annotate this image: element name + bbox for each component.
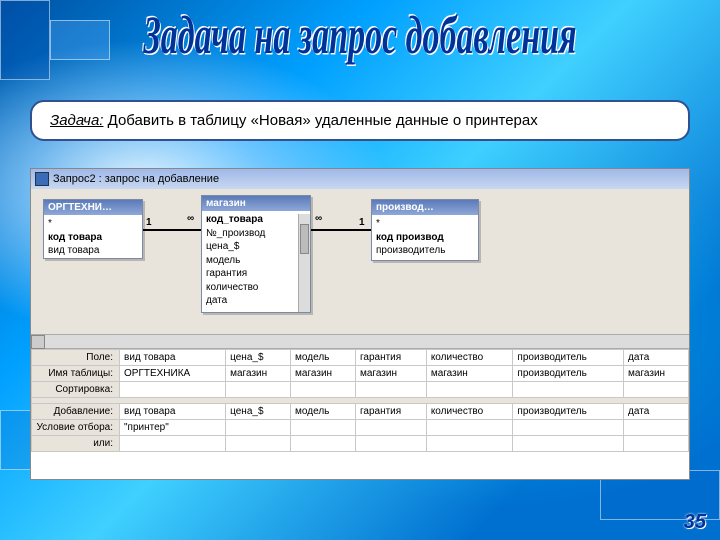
access-window: Запрос2 : запрос на добавление ОРГТЕХНИ…… bbox=[30, 168, 690, 480]
field-row[interactable]: код производ bbox=[376, 231, 474, 245]
query-grid[interactable]: Поле: вид товара цена_$ модель гарантия … bbox=[31, 349, 689, 479]
grid-cell[interactable]: модель bbox=[291, 350, 356, 366]
relationship-line bbox=[311, 229, 371, 231]
slide-title: Задача на запрос добавления bbox=[143, 7, 576, 68]
table-header-label: производ… bbox=[376, 202, 434, 213]
grid-cell[interactable]: магазин bbox=[291, 366, 356, 382]
grid-cell[interactable] bbox=[624, 436, 689, 452]
field-row[interactable]: модель bbox=[206, 254, 306, 268]
field-row[interactable]: производитель bbox=[376, 244, 474, 258]
grid-cell[interactable] bbox=[426, 420, 513, 436]
grid-cell[interactable]: модель bbox=[291, 404, 356, 420]
field-row[interactable]: код_товара bbox=[206, 213, 306, 227]
grid-cell[interactable]: вид товара bbox=[120, 404, 226, 420]
grid-cell[interactable]: цена_$ bbox=[226, 350, 291, 366]
field-row[interactable]: * bbox=[48, 217, 138, 231]
table-header[interactable]: магазин bbox=[202, 196, 310, 211]
grid-cell[interactable]: магазин bbox=[426, 366, 513, 382]
grid-cell[interactable]: дата bbox=[624, 404, 689, 420]
field-row[interactable]: цена_$ bbox=[206, 240, 306, 254]
grid-cell[interactable] bbox=[291, 420, 356, 436]
page-number: 35 bbox=[684, 511, 706, 534]
rel-cardinality: ∞ bbox=[187, 213, 194, 224]
table-header[interactable]: производ… bbox=[372, 200, 478, 215]
grid-cell[interactable]: вид товара bbox=[120, 350, 226, 366]
grid-cell[interactable]: ОРГТЕХНИКА bbox=[120, 366, 226, 382]
grid-cell[interactable] bbox=[426, 382, 513, 398]
table-header-label: магазин bbox=[206, 198, 246, 209]
field-row[interactable]: дата bbox=[206, 294, 306, 308]
grid-cell[interactable]: дата bbox=[624, 350, 689, 366]
field-row[interactable]: вид товара bbox=[48, 244, 138, 258]
decor-rect bbox=[0, 0, 50, 80]
grid-cell[interactable]: производитель bbox=[513, 350, 624, 366]
grid-cell[interactable] bbox=[291, 382, 356, 398]
grid-cell[interactable]: производитель bbox=[513, 366, 624, 382]
decor-rect bbox=[50, 20, 110, 60]
rel-cardinality: 1 bbox=[146, 217, 152, 228]
scrollbar-thumb[interactable] bbox=[300, 224, 309, 254]
grid-row-label: Сортировка: bbox=[32, 382, 120, 398]
app-icon bbox=[35, 172, 49, 186]
grid-cell[interactable] bbox=[624, 382, 689, 398]
grid-cell[interactable]: гарантия bbox=[355, 404, 426, 420]
scroll-left-button[interactable] bbox=[31, 335, 45, 349]
grid-cell[interactable]: "принтер" bbox=[120, 420, 226, 436]
grid-row-label: Условие отбора: bbox=[32, 420, 120, 436]
grid-cell[interactable]: магазин bbox=[624, 366, 689, 382]
field-row[interactable]: количество bbox=[206, 281, 306, 295]
grid-cell[interactable]: магазин bbox=[226, 366, 291, 382]
grid-row-label: или: bbox=[32, 436, 120, 452]
grid-cell[interactable] bbox=[120, 436, 226, 452]
table-header-label: ОРГТЕХНИ… bbox=[48, 202, 112, 213]
grid-cell[interactable]: магазин bbox=[355, 366, 426, 382]
grid-cell[interactable] bbox=[513, 436, 624, 452]
grid-cell[interactable] bbox=[226, 436, 291, 452]
table-box-proizvod[interactable]: производ… * код производ производитель bbox=[371, 199, 479, 261]
grid-cell[interactable] bbox=[291, 436, 356, 452]
grid-cell[interactable]: гарантия bbox=[355, 350, 426, 366]
grid-cell[interactable] bbox=[355, 436, 426, 452]
table-box-orgtehnika[interactable]: ОРГТЕХНИ… * код товара вид товара bbox=[43, 199, 143, 259]
task-text: Добавить в таблицу «Новая» удаленные дан… bbox=[103, 112, 537, 129]
grid-cell[interactable]: производитель bbox=[513, 404, 624, 420]
grid-cell[interactable]: количество bbox=[426, 350, 513, 366]
scrollbar[interactable] bbox=[298, 214, 310, 312]
field-row[interactable]: код товара bbox=[48, 231, 138, 245]
grid-cell[interactable]: количество bbox=[426, 404, 513, 420]
grid-cell[interactable] bbox=[355, 420, 426, 436]
rel-cardinality: 1 bbox=[359, 217, 365, 228]
window-titlebar[interactable]: Запрос2 : запрос на добавление bbox=[31, 169, 689, 189]
table-box-magazin[interactable]: магазин код_товара №_производ цена_$ мод… bbox=[201, 195, 311, 313]
task-box: Задача: Добавить в таблицу «Новая» удале… bbox=[30, 100, 690, 141]
grid-row-label: Поле: bbox=[32, 350, 120, 366]
window-title: Запрос2 : запрос на добавление bbox=[53, 173, 219, 185]
field-row[interactable]: * bbox=[376, 217, 474, 231]
grid-cell[interactable] bbox=[226, 382, 291, 398]
grid-row-label: Добавление: bbox=[32, 404, 120, 420]
task-label: Задача: bbox=[50, 112, 103, 129]
grid-cell[interactable] bbox=[624, 420, 689, 436]
grid-cell[interactable] bbox=[426, 436, 513, 452]
field-row[interactable]: №_производ bbox=[206, 227, 306, 241]
horizontal-scrollbar[interactable] bbox=[31, 334, 689, 348]
grid-row-label: Имя таблицы: bbox=[32, 366, 120, 382]
query-diagram-area[interactable]: ОРГТЕХНИ… * код товара вид товара магази… bbox=[31, 189, 689, 349]
grid-cell[interactable] bbox=[513, 420, 624, 436]
grid-cell[interactable] bbox=[226, 420, 291, 436]
grid-cell[interactable] bbox=[120, 382, 226, 398]
grid-cell[interactable] bbox=[513, 382, 624, 398]
relationship-line bbox=[143, 229, 201, 231]
grid-cell[interactable] bbox=[355, 382, 426, 398]
field-row[interactable]: гарантия bbox=[206, 267, 306, 281]
grid-cell[interactable]: цена_$ bbox=[226, 404, 291, 420]
grid-table: Поле: вид товара цена_$ модель гарантия … bbox=[31, 349, 689, 452]
rel-cardinality: ∞ bbox=[315, 213, 322, 224]
table-header[interactable]: ОРГТЕХНИ… bbox=[44, 200, 142, 215]
